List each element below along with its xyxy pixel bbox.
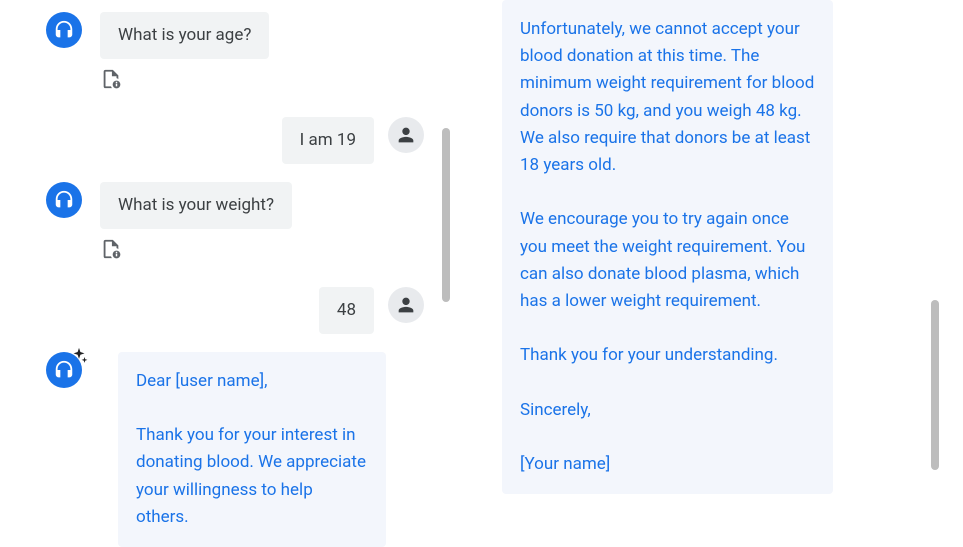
user-message-bubble: 48	[319, 287, 374, 334]
chat-column-left: What is your age? I am 19 What is your w…	[0, 0, 480, 532]
user-message-row: I am 19	[0, 117, 480, 164]
document-info-icon[interactable]	[100, 237, 122, 261]
document-info-icon[interactable]	[100, 67, 122, 91]
scrollbar-thumb[interactable]	[442, 128, 450, 302]
person-icon	[395, 124, 417, 146]
bot-avatar	[46, 12, 82, 48]
sparkle-icon	[68, 346, 90, 368]
headset-icon	[53, 189, 75, 211]
ai-response-bubble: Dear [user name], Thank you for your int…	[118, 352, 386, 547]
user-message-row: 48	[0, 287, 480, 334]
bot-message-row: What is your age?	[0, 12, 480, 59]
chat-column-right: Unfortunately, we cannot accept your blo…	[480, 0, 963, 532]
user-avatar	[388, 287, 424, 323]
bot-message-bubble: What is your weight?	[100, 182, 292, 229]
bot-avatar	[46, 182, 82, 218]
person-icon	[395, 294, 417, 316]
scrollbar-thumb[interactable]	[931, 300, 939, 470]
user-avatar	[388, 117, 424, 153]
ai-response-row: Dear [user name], Thank you for your int…	[0, 352, 480, 547]
user-message-bubble: I am 19	[282, 117, 374, 164]
ai-response-continued: Unfortunately, we cannot accept your blo…	[502, 0, 833, 494]
attachment-row	[0, 67, 480, 95]
bot-message-bubble: What is your age?	[100, 12, 269, 59]
bot-message-row: What is your weight?	[0, 182, 480, 229]
attachment-row	[0, 237, 480, 265]
bot-avatar-ai	[46, 352, 82, 388]
headset-icon	[53, 19, 75, 41]
